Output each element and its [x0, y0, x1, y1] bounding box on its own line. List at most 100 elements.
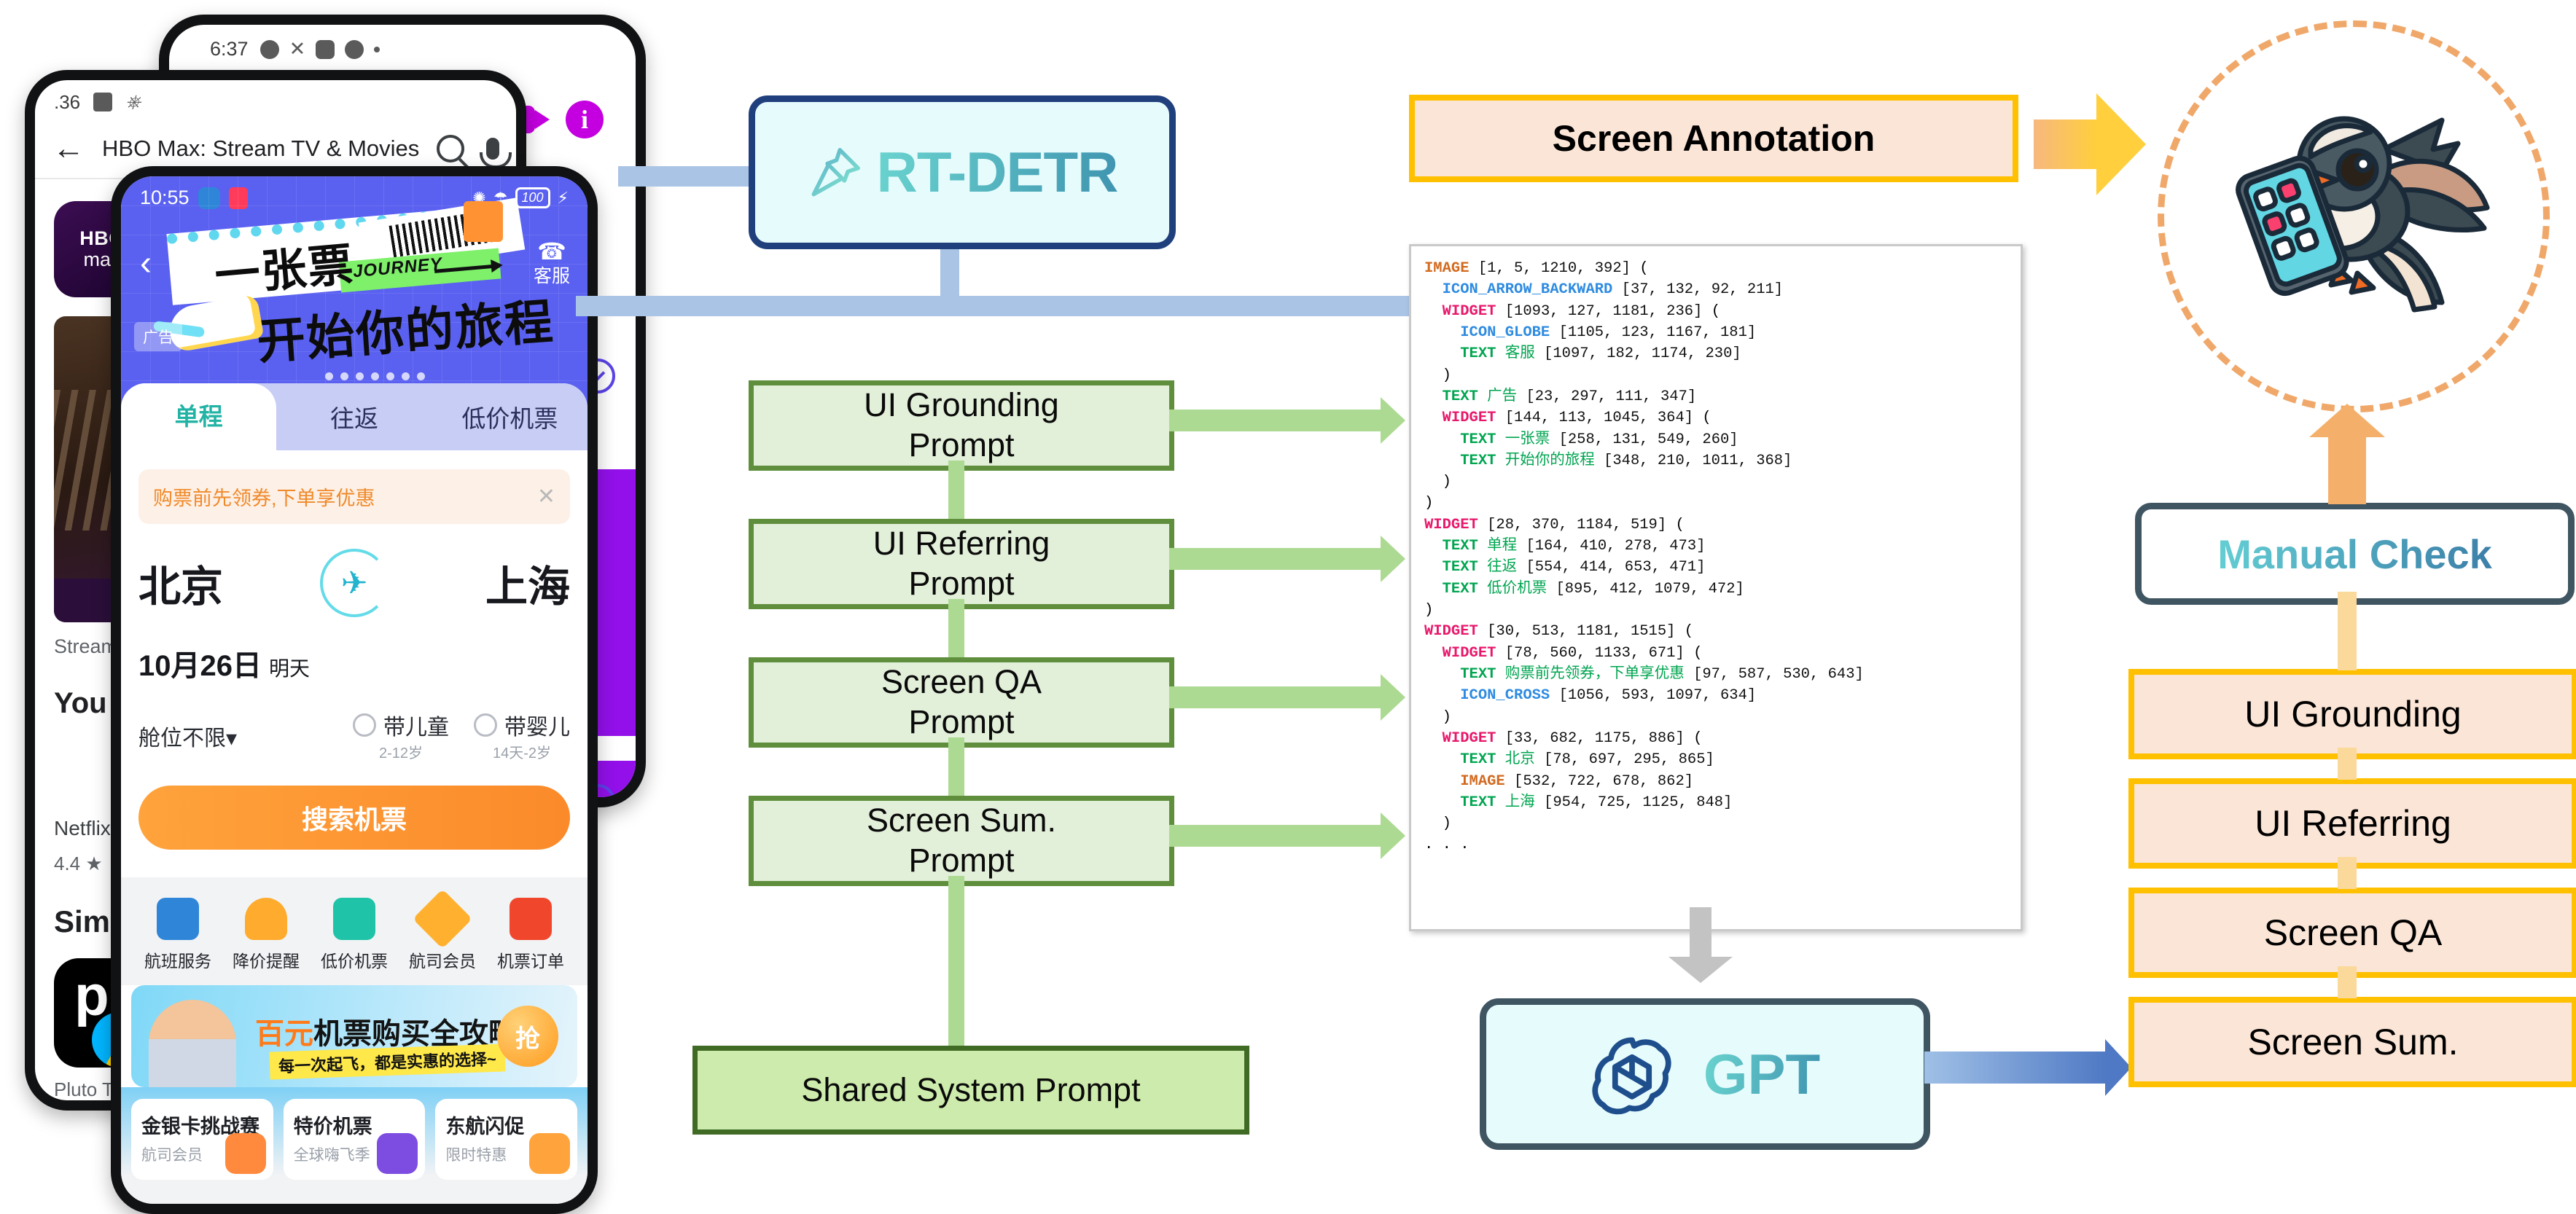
promo-card-icon: [225, 1133, 266, 1174]
quick-link-label: 航班服务: [144, 952, 211, 971]
phone-mockup-front: 10:55 ✺ ☂ 100 ⚡ ‹ ☎ 客服 JOURNEY 一张票 开始你的旅…: [111, 166, 598, 1214]
screen-annotation-header: Screen Annotation: [1409, 95, 2018, 182]
cabin-label: 舱位不限: [138, 726, 226, 751]
promo-card-icon: [377, 1133, 418, 1174]
chevron-down-icon: ▾: [226, 726, 238, 751]
option-sub: 2-12岁: [378, 745, 424, 761]
options-row: 舱位不限▾ 带儿童 2-12岁 带婴儿 14天-2岁: [138, 709, 570, 762]
manual-check-box: Manual Check: [2135, 503, 2575, 605]
quick-link-orders[interactable]: 机票订单: [490, 898, 571, 972]
tab-round-trip[interactable]: 往返: [276, 399, 432, 434]
promo-banner-large[interactable]: 百元机票购买全攻略 每一次起飞，都是实惠的选择~ 抢: [131, 985, 577, 1087]
hero-headline-1: 一张票: [212, 237, 357, 303]
quick-link-flight-service[interactable]: 航班服务: [137, 898, 219, 972]
back-arrow-icon[interactable]: ←: [52, 133, 85, 165]
output-label: Screen QA: [2263, 912, 2443, 953]
prompt-box-ui-grounding[interactable]: UI Grounding Prompt: [749, 380, 1174, 471]
mic-icon[interactable]: [480, 138, 512, 168]
tab-one-way[interactable]: 单程: [121, 383, 277, 450]
output-box-screen-sum[interactable]: Screen Sum.: [2128, 997, 2576, 1087]
prompt-line-1: UI Referring: [873, 525, 1050, 563]
cabin-selector[interactable]: 舱位不限▾: [138, 720, 237, 752]
connector-ob4-ob3: [2338, 966, 2357, 998]
promo-card[interactable]: 金银卡挑战赛 航司会员: [131, 1099, 273, 1180]
arrow-manual-to-mascot: [2309, 404, 2385, 504]
dot-4: [371, 372, 379, 380]
output-box-ui-grounding[interactable]: UI Grounding: [2128, 669, 2576, 759]
news-icon: [316, 39, 335, 59]
tag-icon: [333, 898, 375, 940]
screen-annotation-label: Screen Annotation: [1552, 118, 1876, 159]
hero-back-icon[interactable]: ‹: [140, 246, 152, 281]
headset-icon: ☎: [537, 238, 566, 265]
arrow-gpt-to-screen-sum: [1924, 1039, 2131, 1096]
promo-card[interactable]: 特价机票 全球嗨飞季: [283, 1099, 426, 1180]
destination-city[interactable]: 上海: [485, 552, 570, 614]
android-icon: ⎈: [125, 90, 141, 112]
output-box-ui-referring[interactable]: UI Referring: [2128, 778, 2576, 869]
quick-link-label: 降价提醒: [233, 952, 300, 971]
prompt-box-screen-sum[interactable]: Screen Sum. Prompt: [749, 796, 1174, 886]
dot-1: [325, 372, 333, 380]
output-box-screen-qa[interactable]: Screen QA: [2128, 888, 2576, 978]
ad-tag: 广告: [134, 322, 182, 351]
connector-rtdetr-to-code: [576, 296, 959, 316]
connector-gb3-gb4: [948, 737, 964, 796]
gpt-label: GPT: [1703, 1041, 1821, 1106]
annotation-code-panel: IMAGE [1, 5, 1210, 392] ( ICON_ARROW_BAC…: [1409, 244, 2023, 931]
airplane-swap-icon[interactable]: ✈: [320, 549, 389, 617]
radio-icon[interactable]: [353, 713, 376, 737]
arrow-gb2-to-code: [1169, 536, 1405, 582]
person-photo: [149, 1000, 236, 1087]
promo-banner[interactable]: 购票前先领券,下单享优惠 ✕: [138, 469, 570, 524]
grab-button[interactable]: 抢: [497, 1006, 558, 1067]
quick-link-price-alert[interactable]: 降价提醒: [225, 898, 307, 972]
promo-card-row: 金银卡挑战赛 航司会员 特价机票 全球嗨飞季 东航闪促 限时特惠: [121, 1087, 588, 1191]
back-phone-statusbar: 6:37 ✕: [169, 25, 636, 60]
option-infant[interactable]: 带婴儿 14天-2岁: [474, 709, 570, 762]
output-label: Screen Sum.: [2247, 1022, 2459, 1062]
date-note: 明天: [268, 657, 310, 680]
connector-gb4-shared: [948, 876, 964, 1046]
search-icon[interactable]: [437, 135, 465, 162]
customer-service-button[interactable]: ☎ 客服: [534, 238, 570, 287]
arrow-gb1-to-code: [1169, 397, 1405, 444]
messenger-icon: [259, 39, 279, 59]
connector-ob1-manual: [2338, 592, 2357, 670]
quick-link-label: 低价机票: [321, 952, 388, 971]
radio-icon[interactable]: [474, 713, 497, 737]
option-child[interactable]: 带儿童 2-12岁: [353, 709, 449, 762]
origin-city[interactable]: 北京: [138, 552, 223, 614]
connector-code-feed: [959, 296, 1397, 316]
passenger-options: 带儿童 2-12岁 带婴儿 14天-2岁: [353, 709, 570, 762]
bird-with-phone-mascot: [2201, 62, 2493, 353]
prompt-line-2: Prompt: [908, 842, 1015, 879]
dot-6: [402, 372, 410, 380]
low-price-header: 限时超值低价 更多低价 ›: [121, 1191, 588, 1204]
prompt-box-screen-qa[interactable]: Screen QA Prompt: [749, 657, 1174, 748]
shared-system-prompt-box[interactable]: Shared System Prompt: [692, 1046, 1249, 1135]
option-label: 带婴儿: [504, 716, 570, 740]
carousel-dots[interactable]: [325, 372, 425, 380]
departure-date[interactable]: 10月26日 明天: [138, 642, 570, 684]
tab-low-price[interactable]: 低价机票: [432, 399, 588, 434]
output-label: UI Grounding: [2244, 694, 2462, 735]
prompt-box-ui-referring[interactable]: UI Referring Prompt: [749, 519, 1174, 609]
openai-icon: [1590, 1030, 1674, 1119]
arrow-gb3-to-code: [1169, 674, 1405, 721]
dot-3: [356, 372, 364, 380]
dot-2: [340, 372, 348, 380]
close-icon[interactable]: ✕: [537, 484, 555, 509]
flight-service-icon: [157, 898, 199, 940]
page-title: HBO Max: Stream TV & Movies: [102, 136, 420, 161]
option-sub: 14天-2岁: [492, 745, 552, 761]
pin-icon: [807, 144, 864, 201]
info-icon[interactable]: i: [566, 101, 604, 138]
prompt-line-1: Screen Sum.: [866, 802, 1057, 839]
search-flights-button[interactable]: 搜索机票: [138, 786, 570, 850]
quick-link-membership[interactable]: 航司会员: [402, 888, 483, 972]
orange-tab-graphic: [464, 201, 503, 242]
annotation-code-text: IMAGE [1, 5, 1210, 392] ( ICON_ARROW_BAC…: [1424, 260, 1864, 854]
promo-card[interactable]: 东航闪促 限时特惠: [435, 1099, 578, 1180]
quick-link-low-fare[interactable]: 低价机票: [313, 898, 395, 972]
